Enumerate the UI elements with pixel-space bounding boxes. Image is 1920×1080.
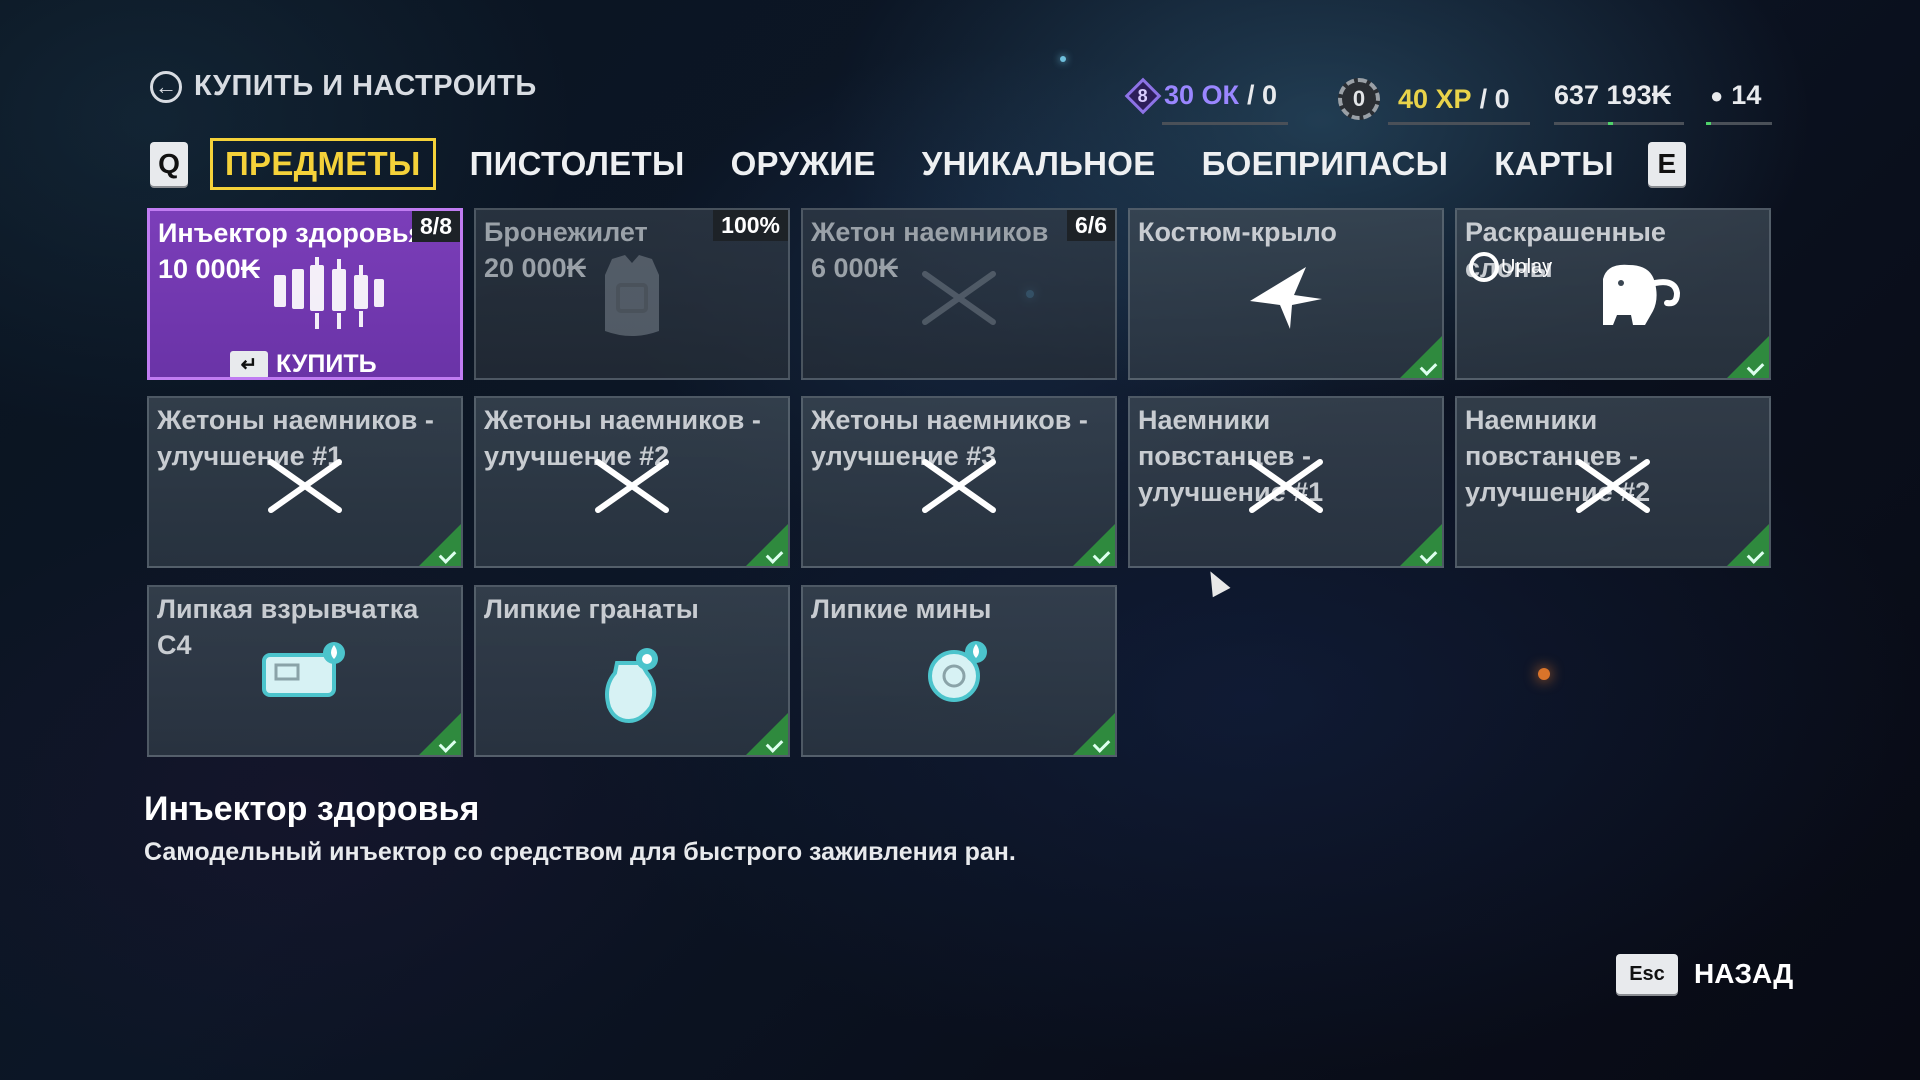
crossed-machetes-icon [1576,459,1650,513]
rank-stat: 8 30 ОК / 0 [1124,77,1278,114]
owned-check-icon [1400,524,1442,566]
tile-name: Бронежилет [484,217,648,247]
background-spark [1060,56,1066,62]
crossed-machetes-icon [595,459,669,513]
item-tile-sticky-c4[interactable]: Липкая взрывчатка C4 [147,585,463,757]
syringe-icon [273,257,384,329]
tile-name: Инъектор здоровья [158,218,425,248]
item-tile-wingsuit[interactable]: Костюм-крыло [1128,208,1444,380]
tile-badge: 8/8 [412,211,460,242]
bag-stat: ● 14 [1710,80,1761,111]
uplay-logo: Uplay [1469,252,1552,282]
xp-suffix: / 0 [1479,83,1510,114]
mine-icon [928,641,987,702]
crossed-machetes-icon [268,459,342,513]
category-tabs: Q ПРЕДМЕТЫ ПИСТОЛЕТЫ ОРУЖИЕ УНИКАЛЬНОЕ Б… [150,138,1686,190]
prev-tab-key[interactable]: Q [150,142,188,186]
xp-value: 40 XP [1398,83,1472,114]
crossed-machetes-icon [922,459,996,513]
bag-count: 14 [1731,80,1762,110]
ok-value: 30 ОК [1164,80,1240,110]
tab-maps[interactable]: КАРТЫ [1482,139,1626,189]
background-spark [1538,668,1550,680]
c4-icon [262,642,345,697]
xp-stat: 0 40 XP / 0 [1338,78,1510,120]
tab-pistols[interactable]: ПИСТОЛЕТЫ [458,139,697,189]
tab-unique[interactable]: УНИКАЛЬНОЕ [910,139,1168,189]
armor-vest-icon [605,255,659,336]
buy-button[interactable]: ↵ КУПИТЬ [230,350,377,378]
item-tile-rebel-merc-upgrade-2[interactable]: Наемники повстанцев - улучшение #2 [1455,396,1771,568]
item-tile-sticky-mines[interactable]: Липкие мины [801,585,1117,757]
back-label: НАЗАД [1694,958,1794,989]
item-tile-mercenary-token[interactable]: Жетон наемников 6 000₭ 6/6 [801,208,1117,380]
buy-label: КУПИТЬ [276,350,377,378]
wingsuit-icon [1250,267,1322,329]
crossed-machetes-icon [922,271,996,325]
back-button[interactable]: ← КУПИТЬ И НАСТРОИТЬ [150,70,537,103]
ok-progress-bar [1162,122,1288,125]
owned-check-icon [1073,713,1115,755]
page-title: КУПИТЬ И НАСТРОИТЬ [194,70,537,102]
owned-check-icon [746,524,788,566]
owned-check-icon [419,524,461,566]
money-value: 637 193₭ [1554,80,1672,110]
next-tab-key[interactable]: E [1647,142,1686,186]
tile-name: Липкие мины [811,594,992,624]
esc-key[interactable]: Esc [1616,954,1678,994]
back-arrow-icon: ← [150,70,182,103]
enter-key-icon: ↵ [230,350,268,377]
item-description-title: Инъектор здоровья [144,790,480,828]
tab-ammo[interactable]: БОЕПРИПАСЫ [1190,139,1461,189]
ok-suffix: / 0 [1247,80,1278,110]
item-tile-body-armor[interactable]: Бронежилет 20 000₭ 100% [474,208,790,380]
owned-check-icon [1400,336,1442,378]
item-tile-sticky-grenades[interactable]: Липкие гранаты [474,585,790,757]
item-tile-rebel-merc-upgrade-1[interactable]: Наемники повстанцев - улучшение #1 [1128,396,1444,568]
item-tile-health-injector[interactable]: Инъектор здоровья 10 000₭ 8/8 ↵ КУПИТЬ [147,208,463,380]
owned-check-icon [746,713,788,755]
mouse-cursor-icon [1201,566,1231,598]
tile-badge: 100% [713,210,788,241]
tile-name: Костюм-крыло [1138,217,1337,247]
owned-check-icon [419,713,461,755]
owned-check-icon [1073,524,1115,566]
item-tile-merc-upgrade-2[interactable]: Жетоны наемников - улучшение #2 [474,396,790,568]
tab-weapons[interactable]: ОРУЖИЕ [719,139,888,189]
owned-check-icon [1727,524,1769,566]
rank-diamond-icon: 8 [1124,77,1162,114]
money-bar [1554,122,1684,125]
grenade-icon [605,648,658,723]
elephant-icon [1602,264,1680,325]
item-description-text: Самодельный инъектор со средством для бы… [144,838,1016,866]
bag-bar [1706,122,1772,125]
tile-name: Жетон наемников [811,217,1049,247]
back-prompt[interactable]: Esc НАЗАД [1616,954,1793,994]
item-tile-merc-upgrade-1[interactable]: Жетоны наемников - улучшение #1 [147,396,463,568]
tile-badge: 6/6 [1067,210,1115,241]
loot-bag-icon: ● [1710,82,1724,108]
tab-items[interactable]: ПРЕДМЕТЫ [210,138,436,190]
crossed-machetes-icon [1249,459,1323,513]
tile-name: Липкие гранаты [484,594,699,624]
item-tile-merc-upgrade-3[interactable]: Жетоны наемников - улучшение #3 [801,396,1117,568]
item-tile-painted-elephants[interactable]: Раскрашенные слоны Uplay [1455,208,1771,380]
xp-progress-bar [1388,122,1530,125]
gear-level-icon: 0 [1338,78,1380,120]
owned-check-icon [1727,336,1769,378]
